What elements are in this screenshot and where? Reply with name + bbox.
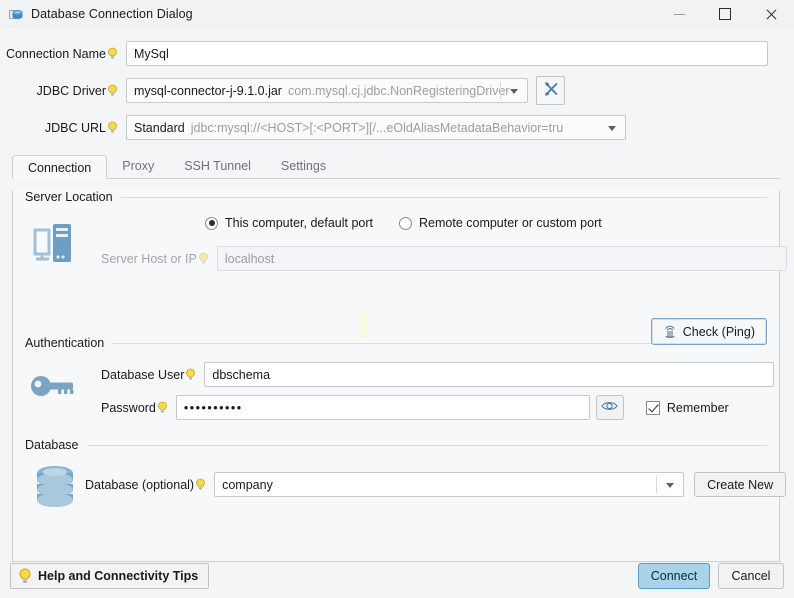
connection-name-value: MySql xyxy=(134,47,169,61)
connect-button[interactable]: Connect xyxy=(638,563,710,589)
jdbc-driver-row: JDBC Driver mysql-connector-j-9.1.0.jar … xyxy=(0,76,794,105)
title-bar: Database Connection Dialog xyxy=(0,0,794,28)
radio-remote-computer[interactable] xyxy=(399,217,412,230)
chevron-down-icon xyxy=(510,89,518,94)
password-value: •••••••••• xyxy=(184,401,243,415)
database-user-value: dbschema xyxy=(212,368,270,382)
database-name-row: Database (optional) company Create New xyxy=(85,472,786,497)
create-new-label: Create New xyxy=(707,478,773,492)
server-location-radios: This computer, default port Remote compu… xyxy=(205,216,602,230)
minimize-icon xyxy=(674,14,685,15)
create-new-database-button[interactable]: Create New xyxy=(694,472,786,497)
minimize-button[interactable] xyxy=(656,0,702,28)
group-rule xyxy=(87,445,767,446)
ping-icon xyxy=(663,325,677,339)
tab-ssh-tunnel[interactable]: SSH Tunnel xyxy=(169,154,266,178)
lightbulb-icon xyxy=(185,368,196,381)
lightbulb-icon xyxy=(18,568,32,584)
jdbc-driver-class: com.mysql.cj.jdbc.NonRegisteringDriver xyxy=(288,84,510,98)
key-icon xyxy=(29,372,79,403)
cancel-label: Cancel xyxy=(732,569,771,583)
close-button[interactable] xyxy=(748,0,794,28)
remember-label: Remember xyxy=(667,401,729,415)
authentication-label: Authentication xyxy=(25,336,112,350)
database-user-input[interactable]: dbschema xyxy=(204,362,774,387)
tab-settings[interactable]: Settings xyxy=(266,154,341,178)
radio-this-computer[interactable] xyxy=(205,217,218,230)
password-label: Password xyxy=(101,401,168,415)
chevron-down-icon xyxy=(608,126,616,131)
computer-tower-icon xyxy=(31,218,79,269)
lightbulb-icon xyxy=(107,47,118,60)
lightbulb-icon xyxy=(107,84,118,97)
jdbc-url-label: JDBC URL xyxy=(14,121,118,135)
chevron-down-icon xyxy=(666,483,674,488)
authentication-body: Database User dbschema Password ••••••••… xyxy=(13,350,779,428)
remember-checkbox[interactable] xyxy=(646,401,660,415)
radio-this-computer-label: This computer, default port xyxy=(225,216,373,230)
window-title: Database Connection Dialog xyxy=(31,7,193,21)
help-and-connectivity-tips-button[interactable]: Help and Connectivity Tips xyxy=(10,563,209,589)
tab-bar: Connection Proxy SSH Tunnel Settings xyxy=(12,153,780,179)
check-ping-label: Check (Ping) xyxy=(683,325,755,339)
server-location-body: This computer, default port Remote compu… xyxy=(13,204,779,296)
window-controls xyxy=(656,0,794,28)
reveal-password-button[interactable] xyxy=(596,395,624,420)
connection-name-label: Connection Name xyxy=(14,47,118,61)
database-name-combo[interactable]: company xyxy=(214,472,684,497)
combo-separator xyxy=(500,82,501,99)
jdbc-url-combo[interactable]: Standard jdbc:mysql://<HOST>[:<PORT>][/.… xyxy=(126,115,626,140)
jdbc-driver-jar: mysql-connector-j-9.1.0.jar xyxy=(134,84,282,98)
database-user-label: Database User xyxy=(101,368,196,382)
lightbulb-icon xyxy=(107,121,118,134)
connection-tab-panel: Server Location This computer, default p… xyxy=(12,190,780,562)
maximize-icon xyxy=(719,8,731,20)
wrench-icon xyxy=(543,81,559,100)
lightbulb-icon xyxy=(157,401,168,414)
radio-remote-computer-label: Remote computer or custom port xyxy=(419,216,602,230)
eye-icon xyxy=(601,400,618,415)
database-cylinder-icon xyxy=(33,464,77,515)
server-host-label: Server Host or IP xyxy=(101,252,209,266)
server-host-input[interactable]: localhost xyxy=(217,246,787,271)
database-body: Database (optional) company Create New xyxy=(13,452,779,526)
database-label-title: Database xyxy=(25,438,87,452)
group-rule xyxy=(121,197,767,198)
tab-connection[interactable]: Connection xyxy=(12,155,107,179)
database-name-value: company xyxy=(222,478,273,492)
server-host-row: Server Host or IP localhost xyxy=(101,246,787,271)
jdbc-url-row: JDBC URL Standard jdbc:mysql://<HOST>[:<… xyxy=(0,115,794,140)
connection-name-input[interactable]: MySql xyxy=(126,41,768,66)
lightbulb-icon xyxy=(195,478,206,491)
server-location-label: Server Location xyxy=(25,190,121,204)
database-optional-label: Database (optional) xyxy=(85,478,206,492)
jdbc-url-value: jdbc:mysql://<HOST>[:<PORT>][/...eOldAli… xyxy=(191,121,564,135)
jdbc-url-mode: Standard xyxy=(134,121,185,135)
jdbc-driver-label: JDBC Driver xyxy=(14,84,118,98)
server-host-placeholder: localhost xyxy=(225,252,274,266)
password-input[interactable]: •••••••••• xyxy=(176,395,590,420)
jdbc-driver-combo[interactable]: mysql-connector-j-9.1.0.jar com.mysql.cj… xyxy=(126,78,528,103)
connection-name-row: Connection Name MySql xyxy=(0,41,794,66)
connect-label: Connect xyxy=(651,569,698,583)
lightbulb-icon xyxy=(198,252,209,265)
tab-proxy[interactable]: Proxy xyxy=(107,154,169,178)
maximize-button[interactable] xyxy=(702,0,748,28)
database-group-title: Database xyxy=(13,438,779,452)
help-label: Help and Connectivity Tips xyxy=(38,569,198,583)
cancel-button[interactable]: Cancel xyxy=(718,563,784,589)
driver-settings-button[interactable] xyxy=(536,76,565,105)
footer-bar: Help and Connectivity Tips Connect Cance… xyxy=(0,555,794,598)
password-row: Password •••••••••• Remember xyxy=(101,395,729,420)
progress-sliver xyxy=(360,313,367,338)
check-ping-button[interactable]: Check (Ping) xyxy=(651,318,767,345)
database-user-row: Database User dbschema xyxy=(101,362,774,387)
combo-separator xyxy=(656,476,657,493)
close-icon xyxy=(765,8,777,20)
server-location-group-title: Server Location xyxy=(13,190,779,204)
database-app-icon xyxy=(8,6,24,22)
